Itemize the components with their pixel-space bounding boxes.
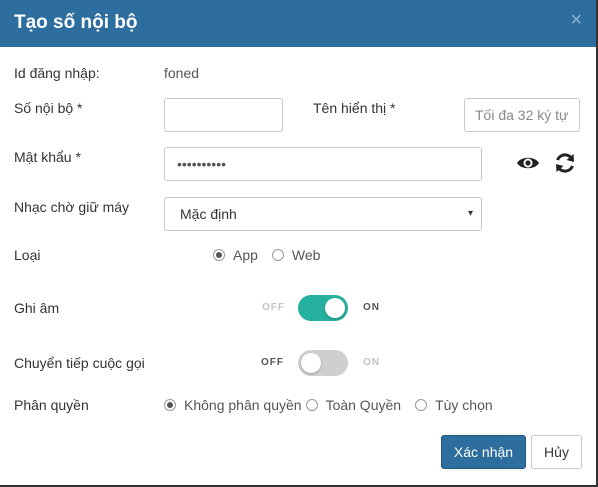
password-value: ••••••••••	[177, 156, 227, 172]
toggle-knob	[301, 353, 321, 373]
permission-label: Phân quyền	[14, 397, 89, 413]
recording-toggle[interactable]	[298, 295, 348, 321]
radio-checked-icon	[213, 249, 225, 261]
display-name-label: Tên hiển thị *	[313, 100, 396, 116]
recording-off-text: OFF	[262, 302, 285, 313]
dialog-title: Tạo số nội bộ	[14, 12, 138, 33]
call-forward-label: Chuyển tiếp cuộc gọi	[14, 355, 145, 371]
chevron-down-icon: ▾	[467, 208, 473, 219]
type-label: Loại	[14, 247, 41, 263]
dialog-header: Tạo số nội bộ ×	[0, 0, 596, 47]
refresh-icon[interactable]	[552, 150, 578, 176]
password-field[interactable]: ••••••••••	[164, 147, 482, 181]
eye-icon[interactable]	[515, 150, 541, 176]
type-option-app[interactable]: App	[213, 247, 258, 263]
extension-input[interactable]	[164, 98, 283, 132]
call-forward-off-text: OFF	[261, 357, 284, 368]
permission-option-none[interactable]: Không phân quyền	[164, 397, 302, 413]
create-extension-dialog: Tạo số nội bộ × Id đăng nhập: foned Số n…	[0, 0, 598, 487]
radio-unchecked-icon	[271, 249, 284, 261]
password-label: Mật khẩu *	[14, 149, 81, 165]
type-option-web[interactable]: Web	[271, 247, 321, 263]
recording-label: Ghi âm	[14, 300, 60, 316]
hold-music-select[interactable]: Mặc định ▾	[164, 197, 482, 231]
login-id-value: foned	[164, 65, 200, 81]
radio-unchecked-icon	[415, 399, 428, 411]
permission-option-label: Tùy chọn	[435, 397, 493, 413]
permission-option-label: Toàn Quyền	[325, 397, 402, 413]
permission-option-label: Không phân quyền	[184, 397, 302, 413]
type-radio-group: App Web	[213, 247, 320, 263]
type-option-label: App	[233, 247, 258, 263]
call-forward-toggle[interactable]	[298, 350, 348, 376]
hold-music-label: Nhạc chờ giữ máy	[14, 199, 130, 215]
display-name-input[interactable]	[464, 98, 580, 132]
recording-on-text: ON	[363, 302, 380, 313]
permission-radio-group: Không phân quyền Toàn Quyền Tùy chọn	[164, 397, 493, 413]
login-id-label: Id đăng nhập:	[14, 65, 100, 81]
permission-option-full[interactable]: Toàn Quyền	[305, 397, 402, 413]
confirm-button[interactable]: Xác nhận	[441, 435, 526, 469]
permission-option-custom[interactable]: Tùy chọn	[415, 397, 493, 413]
type-option-label: Web	[291, 247, 321, 263]
hold-music-selected: Mặc định	[180, 206, 237, 222]
extension-label: Số nội bộ *	[14, 100, 83, 116]
radio-checked-icon	[164, 399, 176, 411]
close-icon[interactable]: ×	[570, 10, 582, 30]
call-forward-on-text: ON	[363, 357, 380, 368]
cancel-button[interactable]: Hủy	[531, 435, 582, 469]
radio-unchecked-icon	[305, 399, 318, 411]
toggle-knob	[325, 298, 345, 318]
